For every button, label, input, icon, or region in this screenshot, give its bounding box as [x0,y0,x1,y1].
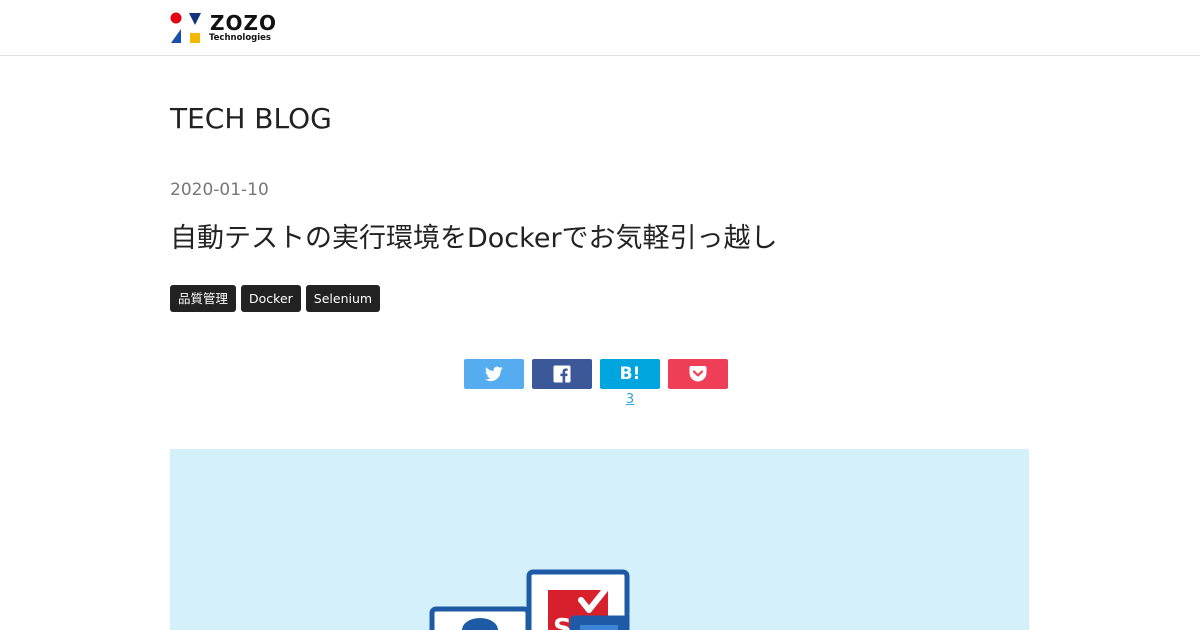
post-title: 自動テストの実行環境をDockerでお気軽引っ越し [170,223,778,254]
twitter-bird-icon [485,366,503,382]
twitter-share-button[interactable] [464,359,524,389]
site-header: ZOZO Technologies [0,0,1200,56]
blog-title: TECH BLOG [170,101,332,137]
post-date: 2020-01-10 [170,180,269,200]
hatena-b-icon: B! [619,364,641,384]
zozo-logo-mark-icon [170,12,201,43]
tag-quality-management[interactable]: 品質管理 [170,285,237,312]
eyecatch-image: S [170,449,1029,630]
tag-selenium[interactable]: Selenium [305,285,381,312]
logo-subtitle: Technologies [209,33,271,43]
zozo-technologies-logo[interactable]: ZOZO Technologies [170,12,280,46]
facebook-f-icon [553,365,571,383]
selenium-docker-illustration: S [429,569,630,630]
pocket-icon [689,366,707,382]
logo-wordmark: ZOZO [210,11,278,35]
facebook-share-button[interactable] [532,359,592,389]
share-buttons: B! 3 [464,359,728,409]
pocket-save-button[interactable] [668,359,728,389]
tag-list: 品質管理 Docker Selenium [170,285,381,312]
hatena-bookmark-button[interactable]: B! [600,359,660,389]
hatena-bookmark-count[interactable]: 3 [600,392,660,408]
tag-docker[interactable]: Docker [241,285,301,312]
svg-text:S: S [553,614,572,630]
blog-title-link[interactable]: TECH BLOG [170,102,332,135]
